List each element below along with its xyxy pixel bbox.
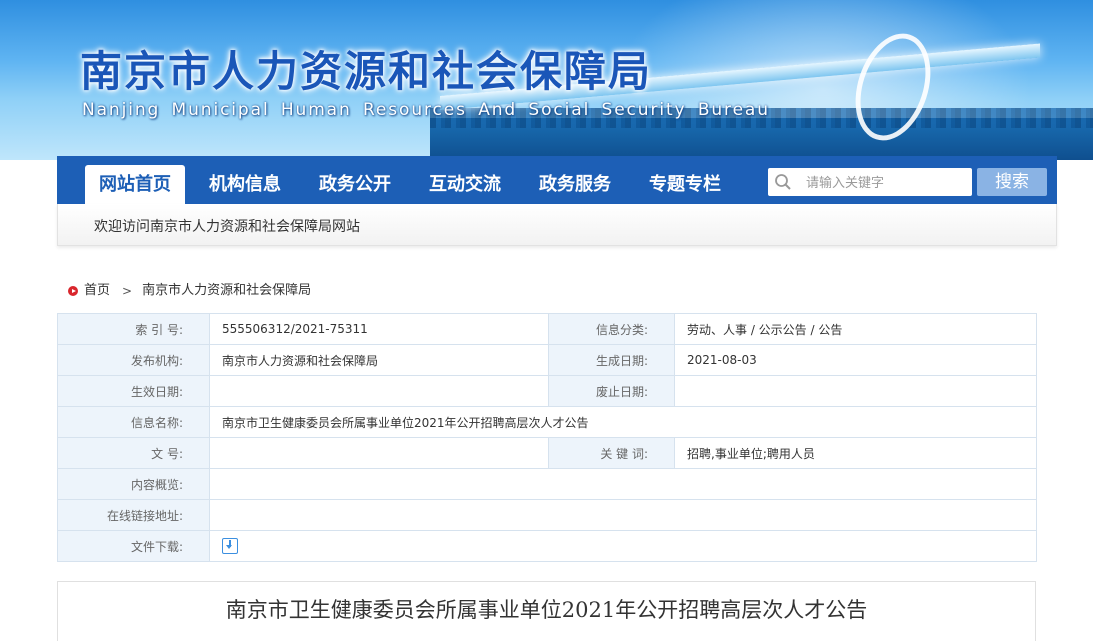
online-link-label: 在线链接地址: [57,499,210,531]
category-label: 信息分类: [548,313,675,345]
info-name-value: 南京市卫生健康委员会所属事业单位2021年公开招聘高层次人才公告 [209,406,1037,438]
expiry-date-label: 废止日期: [548,375,675,407]
site-title: 南京市人力资源和社会保障局 [80,47,653,96]
document-meta-table: 索 引 号: 555506312/2021-75311 信息分类: 劳动、人事 … [57,313,1037,562]
index-label: 索 引 号: [57,313,210,345]
nav-item-government-affairs[interactable]: 政务公开 [305,165,405,204]
article-title: 南京市卫生健康委员会所属事业单位2021年公开招聘高层次人才公告 [225,598,868,622]
breadcrumb: 首页 > 南京市人力资源和社会保障局 [68,282,311,300]
table-row: 信息名称: 南京市卫生健康委员会所属事业单位2021年公开招聘高层次人才公告 [57,406,1037,438]
download-icon[interactable] [222,538,238,554]
file-download-label: 文件下载: [57,530,210,562]
publisher-label: 发布机构: [57,344,210,376]
nav-item-interaction[interactable]: 互动交流 [415,165,515,204]
table-row: 在线链接地址: [57,499,1037,531]
home-play-icon [68,286,78,296]
nav-item-home[interactable]: 网站首页 [85,165,185,204]
search-icon [775,174,791,190]
table-row: 文 号: 关 键 词: 招聘,事业单位;聘用人员 [57,437,1037,469]
summary-label: 内容概览: [57,468,210,500]
nav-item-special-topics[interactable]: 专题专栏 [635,165,735,204]
site-subtitle: Nanjing Municipal Human Resources And So… [82,100,770,120]
file-download-cell [209,530,1037,562]
search-input[interactable] [804,171,968,195]
breadcrumb-current-link[interactable]: 南京市人力资源和社会保障局 [142,282,311,300]
info-name-label: 信息名称: [57,406,210,438]
effective-date-value [209,375,549,407]
online-link-value [209,499,1037,531]
publisher-value: 南京市人力资源和社会保障局 [209,344,549,376]
breadcrumb-home-link[interactable]: 首页 [84,282,110,300]
article-panel: 南京市卫生健康委员会所属事业单位2021年公开招聘高层次人才公告 [57,581,1036,641]
document-number-value [209,437,549,469]
nav-item-organization[interactable]: 机构信息 [195,165,295,204]
summary-value [209,468,1037,500]
keywords-value: 招聘,事业单位;聘用人员 [674,437,1037,469]
category-value: 劳动、人事 / 公示公告 / 公告 [674,313,1037,345]
welcome-bar: 欢迎访问南京市人力资源和社会保障局网站 [57,204,1057,246]
table-row: 索 引 号: 555506312/2021-75311 信息分类: 劳动、人事 … [57,313,1037,345]
search-box [768,168,972,196]
main-nav: 网站首页 机构信息 政务公开 互动交流 政务服务 专题专栏 搜索 [57,156,1057,204]
expiry-date-value [674,375,1037,407]
breadcrumb-separator: > [122,284,133,298]
header-banner: 南京市人力资源和社会保障局 Nanjing Municipal Human Re… [0,0,1093,160]
document-number-label: 文 号: [57,437,210,469]
table-row: 文件下载: [57,530,1037,562]
table-row: 生效日期: 废止日期: [57,375,1037,407]
table-row: 内容概览: [57,468,1037,500]
nav-item-services[interactable]: 政务服务 [525,165,625,204]
welcome-text: 欢迎访问南京市人力资源和社会保障局网站 [94,219,360,235]
created-date-value: 2021-08-03 [674,344,1037,376]
table-row: 发布机构: 南京市人力资源和社会保障局 生成日期: 2021-08-03 [57,344,1037,376]
effective-date-label: 生效日期: [57,375,210,407]
search-button[interactable]: 搜索 [977,168,1047,196]
keywords-label: 关 键 词: [548,437,675,469]
created-date-label: 生成日期: [548,344,675,376]
index-value: 555506312/2021-75311 [209,313,549,345]
